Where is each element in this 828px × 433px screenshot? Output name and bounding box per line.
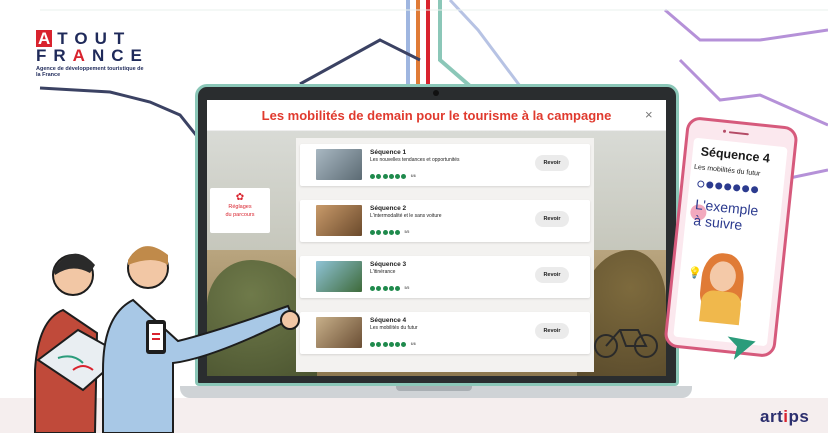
progress-dots: 6/6: [370, 173, 416, 179]
sequence-subtitle: L'intermodalité et le sans voiture: [370, 213, 442, 219]
laptop-camera: [433, 90, 439, 96]
progress-count: 6/6: [410, 342, 416, 346]
progress-count: 6/6: [410, 174, 416, 178]
sequence-card-4: Séquence 4 Les mobilités du futur 6/6 Re…: [300, 312, 590, 354]
logo-tagline: Agence de développement touristique de l…: [36, 66, 144, 78]
bicycle-icon: [594, 329, 658, 358]
sequence-title: Séquence 2: [370, 205, 407, 212]
sequence-card-1: Séquence 1 Les nouvelles tendances et op…: [300, 144, 590, 186]
sequence-panel: Séquence 1 Les nouvelles tendances et op…: [296, 138, 594, 372]
progress-count: 5/5: [404, 286, 410, 290]
artips-logo: artips: [760, 407, 809, 427]
sequence-card-3: Séquence 3 L'itinérance 5/5 Revoir: [300, 256, 590, 298]
artips-part-1: art: [760, 407, 784, 426]
people-illustration: [34, 246, 300, 433]
sequence-subtitle: Les mobilités du futur: [370, 325, 418, 331]
logo-a-red: A: [72, 46, 92, 65]
settings-label-line1: Réglages: [228, 204, 252, 210]
phone-sequence-title: Séquence 4: [700, 144, 771, 166]
phone-speaker: [728, 131, 749, 136]
logo-letter-a: A: [36, 29, 53, 48]
woman-illustration-body: [699, 289, 743, 326]
close-icon[interactable]: ×: [645, 107, 653, 122]
phone-screen: Séquence 4 Les mobilités du futur L'exem…: [673, 137, 788, 347]
atout-france-logo-line1: A TOUT: [36, 30, 131, 47]
lightbulb-icon: 💡: [687, 266, 703, 281]
sequence-title: Séquence 3: [370, 261, 407, 268]
sequence-thumbnail: [316, 205, 362, 236]
sequence-thumbnail: [316, 317, 362, 348]
review-button[interactable]: Revoir: [535, 211, 569, 227]
phone-headline: L'exemple à suivre: [693, 196, 759, 234]
sequence-subtitle: L'itinérance: [370, 269, 396, 275]
sequence-thumbnail: [316, 149, 362, 180]
course-settings-button[interactable]: ✿ Réglages du parcours: [210, 188, 270, 233]
progress-dots: 5/5: [370, 229, 409, 235]
phone-sequence-subtitle: Les mobilités du futur: [693, 163, 761, 178]
review-button[interactable]: Revoir: [535, 267, 569, 283]
review-button[interactable]: Revoir: [535, 155, 569, 171]
review-button[interactable]: Revoir: [535, 323, 569, 339]
phone-camera: [722, 129, 727, 133]
settings-label-line2: du parcours: [225, 212, 255, 218]
progress-dots: 5/5: [370, 285, 409, 291]
sequence-thumbnail: [316, 261, 362, 292]
artips-part-2: ps: [788, 407, 810, 426]
laptop-notch: [396, 386, 472, 391]
sequence-card-2: Séquence 2 L'intermodalité et le sans vo…: [300, 200, 590, 242]
phone-progress-dots: [697, 180, 760, 194]
sequence-title: Séquence 4: [370, 317, 407, 324]
atout-france-logo-line2: FRANCE: [36, 47, 149, 64]
modal-title: Les mobilités de demain pour le tourisme…: [261, 108, 612, 123]
progress-count: 5/5: [404, 230, 410, 234]
progress-dots: 6/6: [370, 341, 416, 347]
logo-nce: NCE: [91, 46, 149, 65]
sequence-title: Séquence 1: [370, 149, 407, 156]
logo-fr: FR: [36, 46, 73, 65]
sequence-subtitle: Les nouvelles tendances et opportunités: [370, 157, 460, 163]
gear-icon: ✿: [235, 192, 245, 203]
